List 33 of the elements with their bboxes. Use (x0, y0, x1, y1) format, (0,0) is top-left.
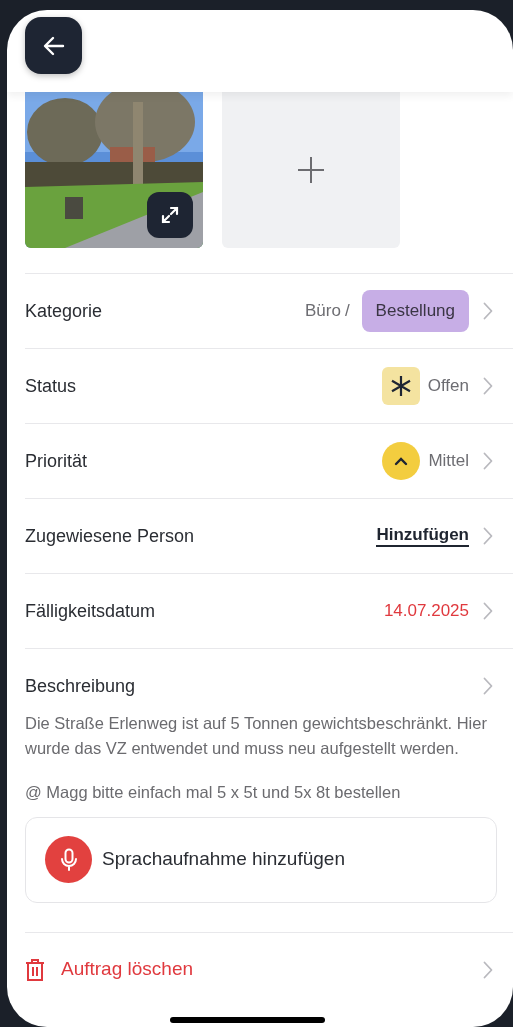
back-button[interactable] (25, 17, 82, 74)
trash-icon (25, 957, 45, 982)
back-arrow-icon (42, 35, 65, 56)
add-assignee-link[interactable]: Hinzufügen (376, 524, 469, 548)
expand-icon (160, 205, 180, 225)
voice-recording-button[interactable]: Sprachaufnahme hinzufügen (25, 816, 497, 903)
chevron-icon (483, 960, 493, 979)
status-icon (381, 367, 420, 405)
microphone-icon (45, 836, 92, 883)
field-label: Status (25, 374, 77, 398)
field-label: Priorität (25, 449, 87, 473)
separator-text: / (344, 300, 350, 323)
chevron-icon (483, 452, 493, 470)
description-text: Die Straße Erlenweg ist auf 5 Tonnen gewichtsbeschränkt. Hier wurde das VZ entwendet und muss neu aufgestellt werden. (25, 713, 488, 759)
chevron-icon (483, 377, 493, 395)
expand-button[interactable] (147, 192, 193, 238)
field-label: Kategorie (25, 299, 103, 323)
field-label: Fälligkeitsdatum (25, 599, 156, 623)
plus-icon (297, 156, 325, 184)
status-text: Offen (427, 375, 469, 398)
due-date-text: 14.07.2025 (383, 600, 469, 623)
field-label: Beschreibung (25, 674, 136, 698)
chevron-icon (483, 677, 493, 695)
field-label: Zugewiesene Person (25, 524, 195, 548)
priority-icon (382, 442, 421, 480)
chevron-icon (483, 527, 493, 545)
category-tag[interactable]: Bestellung (361, 290, 469, 332)
priority-text: Mittel (428, 450, 469, 473)
chevron-icon (483, 302, 493, 320)
chevron-icon (483, 602, 493, 620)
category-text[interactable]: Büro (304, 298, 341, 324)
delete-order-button[interactable]: Auftrag löschen (25, 955, 194, 984)
description-text: @ Magg bitte einfach mal 5 x 5t und 5x 8t bestellen (25, 782, 402, 803)
